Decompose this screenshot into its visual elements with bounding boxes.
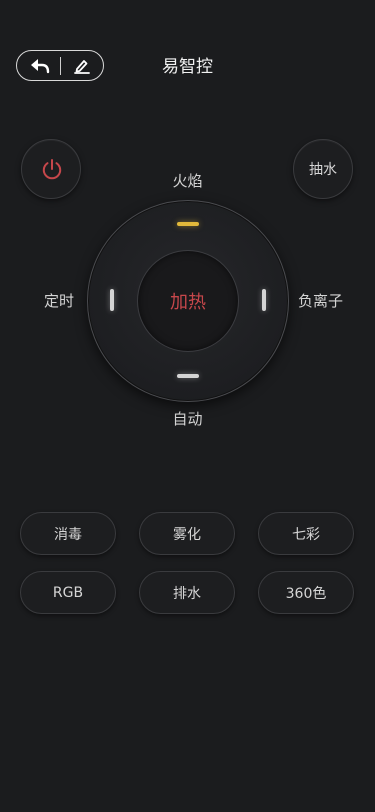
dial-down-button[interactable] xyxy=(177,374,199,378)
colorful-button-label: 七彩 xyxy=(292,526,320,543)
heat-button-label: 加热 xyxy=(170,292,206,313)
drain-button[interactable]: 排水 xyxy=(139,571,235,614)
rgb-button[interactable]: RGB xyxy=(20,571,116,614)
disinfect-button[interactable]: 消毒 xyxy=(20,512,116,555)
dial-down-label: 自动 xyxy=(172,410,203,428)
atomize-button-label: 雾化 xyxy=(173,526,201,543)
page-title: 易智控 xyxy=(162,57,213,77)
dial-up-button[interactable] xyxy=(177,222,199,226)
rgb-button-label: RGB xyxy=(52,584,84,601)
drain-button-label: 排水 xyxy=(173,585,201,602)
color-360-button[interactable]: 360色 xyxy=(258,571,354,614)
dial-left-button[interactable] xyxy=(110,289,114,311)
dial-right-label: 负离子 xyxy=(298,292,344,310)
dial-right-button[interactable] xyxy=(262,289,266,311)
disinfect-button-label: 消毒 xyxy=(54,526,82,543)
colorful-button[interactable]: 七彩 xyxy=(258,512,354,555)
dial-left-label: 定时 xyxy=(44,292,75,310)
dial-up-label: 火焰 xyxy=(172,172,203,190)
heat-button[interactable]: 加热 xyxy=(137,250,239,352)
atomize-button[interactable]: 雾化 xyxy=(139,512,235,555)
color-360-button-label: 360色 xyxy=(285,585,327,602)
